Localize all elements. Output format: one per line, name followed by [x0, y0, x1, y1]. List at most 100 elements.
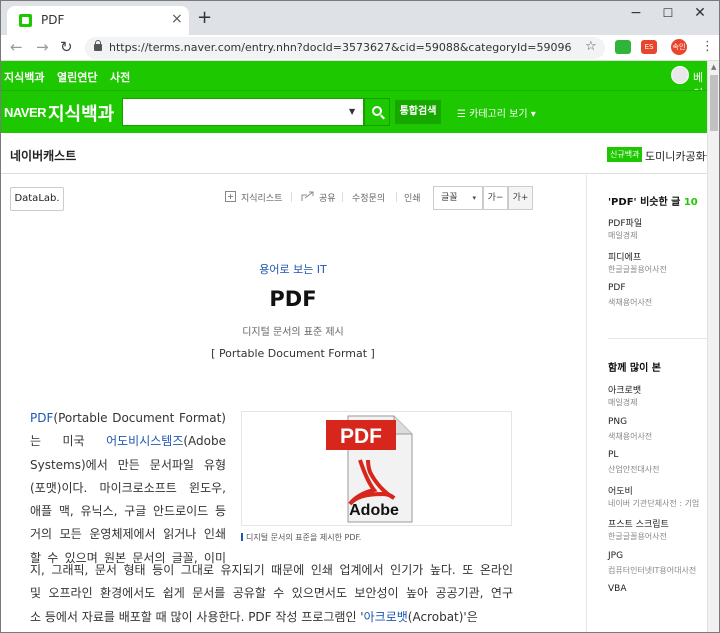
service-logo[interactable]: 지식백과 — [48, 100, 114, 126]
related-item-title[interactable]: 프스트 스크립트 — [608, 517, 669, 530]
pdf-link[interactable]: PDF — [30, 411, 53, 425]
url-text[interactable]: https://terms.naver.com/entry.nhn?docId=… — [109, 41, 571, 54]
extension-red-icon[interactable]: ES — [641, 40, 657, 54]
aside-divider — [608, 338, 707, 339]
body-text: 소 등에서 자료를 배포할 때 많이 사용한다. PDF 작성 프로그램인 ' — [30, 609, 364, 624]
search-input[interactable]: ▼ — [122, 98, 364, 126]
body-line: 소 등에서 자료를 배포할 때 많이 사용한다. PDF 작성 프로그램인 '아… — [30, 606, 513, 629]
article-image[interactable]: PDF Adobe — [241, 411, 512, 526]
similar-heading-text: 'PDF' 비슷한 글 — [608, 197, 681, 208]
body-text: 지, 그래픽, 문서 형태 등이 그대로 유지되기 때문에 인쇄 업계에서 인기… — [30, 563, 513, 577]
minimize-button[interactable]: − — [621, 5, 651, 21]
back-button[interactable]: ← — [10, 38, 23, 56]
body-text: (Portable Document Format) — [53, 411, 226, 425]
body-line: 지, 그래픽, 문서 형태 등이 그대로 유지되기 때문에 인쇄 업계에서 인기… — [30, 559, 513, 582]
tab-close-icon[interactable]: × — [171, 11, 183, 27]
tab-strip: PDF × + − ☐ ✕ — [1, 1, 719, 35]
body-line: 는 미국 어도비시스템즈(Adobe — [30, 430, 226, 453]
naver-global-nav: 지식백과 열린연단 사전 베이 — [1, 61, 707, 100]
gnb-link-encyclopedia[interactable]: 지식백과 — [4, 69, 44, 85]
body-text: 애플 맥, 유닉스, 구글 안드로이드 등 — [30, 504, 226, 519]
new-encyclopedia-badge[interactable]: 신규백과 — [607, 147, 643, 162]
article-english-name: [ Portable Document Format ] — [211, 347, 375, 360]
print-button[interactable]: 인쇄 — [404, 191, 421, 204]
share-button[interactable]: 공유 — [319, 191, 336, 204]
naver-favicon-icon — [19, 14, 32, 27]
vertical-scrollbar[interactable]: ▲ — [707, 61, 719, 632]
font-select[interactable]: 글꼴 ▾ — [433, 186, 483, 210]
add-list-icon[interactable] — [225, 191, 238, 205]
browser-menu-icon[interactable]: ⋮ — [701, 39, 714, 54]
related-sidebar: 'PDF' 비슷한 글 10 함께 많이 본 PDF파일 매일경제 피디에프 한글글꼴… — [586, 175, 707, 632]
cast-right-link[interactable]: 도미니카공화국 — [645, 148, 716, 164]
related-item-source: 한글글꼴용어사전 — [608, 532, 667, 541]
body-line: 애플 맥, 유닉스, 구글 안드로이드 등 — [30, 500, 226, 523]
article-body-narrow: PDF(Portable Document Format) 는 미국 어도비시스템… — [30, 407, 226, 570]
user-avatar[interactable] — [671, 66, 689, 84]
knowledge-list-button[interactable]: 지식리스트 — [241, 191, 282, 204]
font-size-increase-button[interactable]: 가+ — [508, 186, 533, 210]
naver-logo[interactable]: NAVER — [4, 105, 47, 120]
pdf-file-icon: PDF Adobe — [326, 415, 413, 523]
adobe-link[interactable]: 어도비시스템즈 — [106, 434, 183, 448]
related-item-title[interactable]: VBA — [608, 584, 627, 594]
cast-title[interactable]: 네이버캐스트 — [10, 147, 76, 164]
extension-green-icon[interactable] — [615, 40, 631, 54]
profile-avatar-icon[interactable]: 속인 — [671, 39, 687, 55]
article-body-wide: 지, 그래픽, 문서 형태 등이 그대로 유지되기 때문에 인쇄 업계에서 인기… — [30, 559, 513, 629]
body-line: (포맷)이다. 마이크로소프트 윈도우, — [30, 477, 226, 500]
lock-icon — [94, 40, 102, 51]
related-item-source: 네이버 기관단체사전 : 기업 — [608, 498, 700, 508]
edit-request-button[interactable]: 수정문의 — [352, 191, 385, 204]
search-dropdown-icon[interactable]: ▼ — [349, 107, 355, 116]
maximize-button[interactable]: ☐ — [653, 6, 683, 20]
body-text: 및 오프라인 환경에서도 쉽게 문서를 공유할 수 있으면서도 보안성이 높아 … — [30, 586, 513, 601]
similar-heading: 'PDF' 비슷한 글 10 — [608, 193, 698, 208]
new-tab-button[interactable]: + — [197, 9, 212, 27]
acrobat-link[interactable]: 아크로뱃 — [364, 610, 408, 624]
similar-count: 10 — [683, 197, 698, 208]
font-size-decrease-button[interactable]: 가− — [483, 186, 508, 210]
body-line: 거의 모든 운영체제에서 읽거나 인쇄 — [30, 523, 226, 546]
body-text: 는 미국 — [30, 434, 107, 449]
scroll-up-icon[interactable]: ▲ — [711, 63, 716, 71]
category-menu-button[interactable]: ☰ 카테고리 보기 ▾ — [457, 105, 536, 120]
address-bar[interactable]: https://terms.naver.com/entry.nhn?docId=… — [85, 37, 605, 59]
related-item-source: 산업안전대사전 — [608, 465, 660, 474]
gnb-link-dictionary[interactable]: 사전 — [110, 69, 130, 85]
related-item-title[interactable]: PL — [608, 450, 618, 460]
related-item-title[interactable]: PDF — [608, 283, 626, 293]
related-item-source: 매일경제 — [608, 398, 638, 407]
toolbar-divider — [291, 192, 292, 202]
article-main: DataLab. 지식리스트 공유 수정문의 인쇄 글꼴 ▾ 가− 가+ 용어로… — [1, 175, 585, 632]
datalab-button[interactable]: DataLab. — [10, 187, 64, 211]
body-text: (포맷)이다. 마이크로소프트 윈도우, — [30, 480, 226, 495]
related-item-title[interactable]: 아크로뱃 — [608, 383, 641, 396]
share-icon[interactable] — [301, 191, 315, 205]
article-category[interactable]: 용어로 보는 IT — [1, 261, 585, 277]
page-title: PDF — [269, 287, 317, 311]
pdf-label-text: PDF — [340, 425, 382, 448]
related-item-title[interactable]: 어도비 — [608, 484, 633, 497]
close-window-button[interactable]: ✕ — [685, 5, 715, 21]
browser-tab[interactable]: PDF × — [7, 6, 189, 35]
related-item-title[interactable]: PDF파일 — [608, 216, 642, 229]
body-text: Systems)에서 만든 문서파일 유형 — [30, 457, 226, 472]
related-item-title[interactable]: PNG — [608, 417, 627, 427]
integrated-search-button[interactable]: 통합검색 — [395, 100, 441, 124]
related-item-title[interactable]: JPG — [608, 551, 623, 561]
bookmark-star-icon[interactable]: ☆ — [585, 39, 597, 54]
tab-title: PDF — [41, 13, 65, 27]
scrollbar-thumb[interactable] — [710, 75, 718, 131]
forward-button[interactable]: → — [36, 38, 49, 56]
gnb-link-forum[interactable]: 열린연단 — [57, 69, 97, 85]
article-subtitle: 디지털 문서의 표준 제시 — [242, 327, 344, 338]
body-text: (Adobe — [183, 434, 226, 449]
toolbar-divider — [342, 192, 343, 202]
search-button[interactable] — [364, 98, 390, 126]
chevron-down-icon: ▾ — [472, 194, 476, 202]
body-text: (Acrobat)'은 — [407, 609, 478, 624]
reload-button[interactable]: ↻ — [60, 38, 73, 56]
related-item-source: 색채용어사전 — [608, 298, 653, 307]
related-item-title[interactable]: 피디에프 — [608, 250, 641, 263]
